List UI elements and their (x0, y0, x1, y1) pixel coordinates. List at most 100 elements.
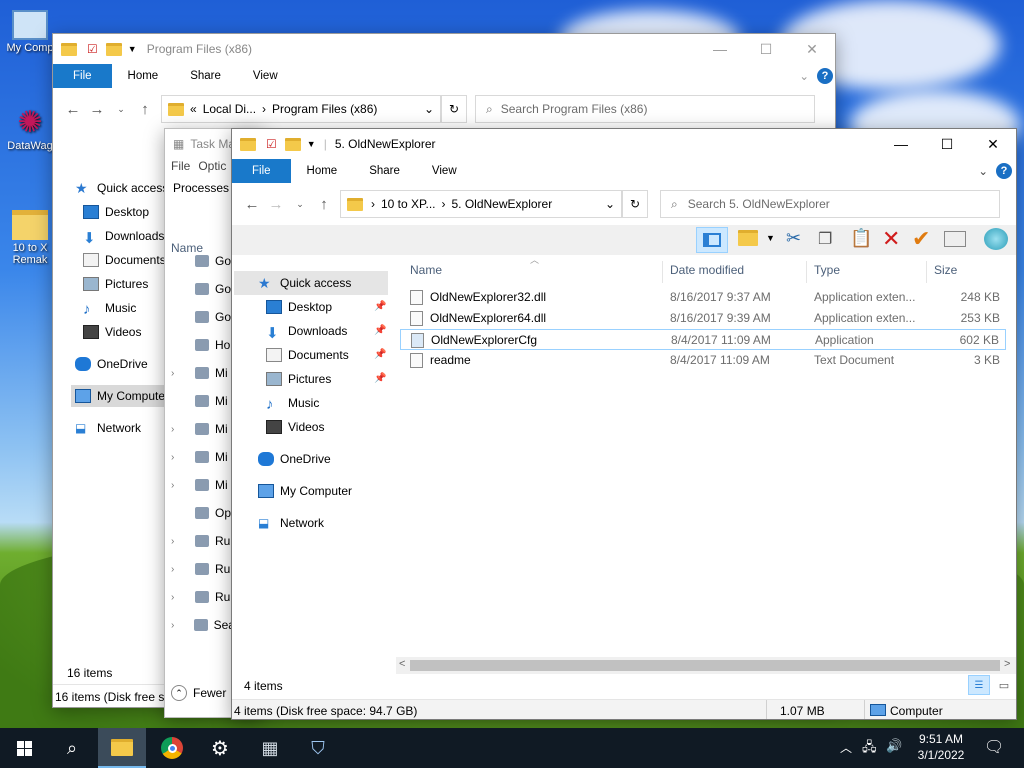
column-divider[interactable] (926, 261, 927, 283)
process-row[interactable]: Ho (165, 331, 235, 359)
help-icon[interactable]: ? (817, 68, 833, 84)
properties-icon[interactable]: ☑ (266, 137, 277, 151)
expand-icon[interactable]: › (171, 368, 185, 379)
column-divider[interactable] (662, 261, 663, 283)
scroll-right-arrow-icon[interactable]: > (1004, 658, 1010, 670)
address-segment[interactable]: Program Files (x86) (272, 102, 377, 116)
large-icons-view-button[interactable]: ▭ (994, 675, 1014, 695)
scroll-left-arrow-icon[interactable]: < (399, 658, 405, 670)
nav-desktop[interactable]: Desktop (266, 296, 332, 318)
start-button[interactable] (0, 728, 48, 768)
recent-locations-icon[interactable]: ⌄ (288, 199, 312, 210)
horizontal-scrollbar[interactable]: < > (396, 657, 1016, 674)
desktop-icon-folder[interactable]: 10 to X Remak (0, 210, 60, 266)
new-folder-icon[interactable] (105, 42, 122, 56)
minimize-button[interactable]: — (878, 129, 924, 159)
process-row[interactable]: › Sea (165, 611, 235, 639)
menu-file[interactable]: File (171, 159, 190, 173)
process-row[interactable]: Mi (165, 387, 235, 415)
expand-ribbon-icon[interactable]: ⌄ (978, 159, 988, 183)
back-arrow-icon[interactable]: ← (240, 196, 264, 213)
nav-videos[interactable]: Videos (83, 321, 141, 343)
chevron-down-icon[interactable]: ▼ (128, 44, 137, 54)
nav-desktop[interactable]: Desktop (83, 201, 149, 223)
file-row[interactable]: readme 8/4/2017 11:09 AM Text Document 3 KB (400, 350, 1006, 371)
column-date-modified[interactable]: Date modified (670, 263, 744, 277)
organize-button[interactable] (738, 230, 760, 248)
minimize-button[interactable]: — (697, 34, 743, 64)
chevron-down-icon[interactable]: ⌄ (424, 102, 434, 116)
chevron-down-icon[interactable]: ⌄ (605, 197, 615, 211)
process-row[interactable]: Go (165, 303, 235, 331)
expand-icon[interactable]: › (171, 424, 185, 435)
checkmark-icon[interactable]: ✔ (912, 226, 930, 252)
chevron-down-icon[interactable]: ▼ (766, 233, 775, 243)
delete-icon[interactable]: ✕ (882, 226, 900, 252)
tab-view[interactable]: View (416, 159, 473, 183)
back-arrow-icon[interactable]: ← (61, 101, 85, 118)
file-row[interactable]: OldNewExplorerCfg 8/4/2017 11:09 AM Applic… (400, 329, 1006, 350)
process-row[interactable]: › Mi (165, 443, 235, 471)
pin-icon[interactable]: 📌 (374, 349, 386, 360)
process-row[interactable]: › Mi (165, 415, 235, 443)
nav-documents[interactable]: Documents (83, 249, 166, 271)
process-row[interactable]: Op (165, 499, 235, 527)
tab-view[interactable]: View (237, 64, 294, 88)
nav-my-computer[interactable]: My Compute (71, 385, 171, 407)
address-bar[interactable]: « Local Di... › Program Files (x86) ⌄ (161, 95, 441, 123)
address-segment[interactable]: Local Di... (203, 102, 256, 116)
file-row[interactable]: OldNewExplorer32.dll 8/16/2017 9:37 AM App… (400, 287, 1006, 308)
tab-share[interactable]: Share (353, 159, 416, 183)
forward-arrow-icon[interactable]: → (264, 196, 288, 213)
process-row[interactable]: › Ru (165, 583, 235, 611)
help-icon[interactable]: ? (996, 163, 1012, 179)
column-size[interactable]: Size (934, 263, 957, 277)
pin-icon[interactable]: 📌 (374, 325, 386, 336)
search-button[interactable]: ⌕ (48, 728, 96, 768)
volume-icon[interactable]: 🔊 (886, 738, 902, 754)
paste-icon[interactable]: 📋 (850, 228, 872, 249)
details-view-button[interactable]: ☰ (968, 675, 990, 695)
expand-icon[interactable]: › (171, 480, 185, 491)
nav-downloads[interactable]: ⬇ Downloads (266, 320, 347, 342)
search-input[interactable]: ⌕ Search 5. OldNewExplorer (660, 190, 1000, 218)
expand-icon[interactable]: › (171, 536, 185, 547)
nav-videos[interactable]: Videos (266, 416, 324, 438)
tab-file[interactable]: File (232, 159, 291, 183)
network-status-icon[interactable]: 🖧 (862, 738, 877, 760)
notifications-icon[interactable]: 🗨 (984, 737, 1004, 757)
process-row[interactable]: › Ru (165, 555, 235, 583)
nav-pictures[interactable]: Pictures (266, 368, 331, 390)
new-folder-icon[interactable] (284, 137, 301, 151)
expand-icon[interactable]: › (171, 620, 184, 631)
clock[interactable]: 9:51 AM 3/1/2022 (910, 731, 972, 763)
menu-options[interactable]: Optic (198, 159, 226, 173)
column-type[interactable]: Type (814, 263, 840, 277)
column-name[interactable]: Name (410, 263, 442, 277)
expand-ribbon-icon[interactable]: ⌄ (799, 64, 809, 88)
process-row[interactable]: Go (165, 275, 235, 303)
nav-music[interactable]: ♪ Music (266, 392, 319, 414)
chevron-up-icon[interactable]: ︿ (840, 739, 852, 756)
process-row[interactable]: › Mi (165, 471, 235, 499)
maximize-button[interactable]: ☐ (743, 34, 789, 64)
taskbar-task-manager[interactable]: ▦ (246, 728, 294, 768)
refresh-button[interactable]: ↻ (441, 95, 467, 123)
maximize-button[interactable]: ☐ (924, 129, 970, 159)
process-row[interactable]: › Ru (165, 527, 235, 555)
nav-network[interactable]: ⬓ Network (75, 417, 141, 439)
nav-quick-access[interactable]: ★ Quick access (75, 177, 168, 199)
chevron-down-icon[interactable]: ▼ (307, 139, 316, 149)
address-segment[interactable]: 10 to XP... (381, 197, 436, 211)
nav-network[interactable]: ⬓ Network (258, 512, 324, 534)
nav-downloads[interactable]: ⬇ Downloads (83, 225, 164, 247)
file-row[interactable]: OldNewExplorer64.dll 8/16/2017 9:39 AM App… (400, 308, 1006, 329)
properties-window-icon[interactable] (944, 231, 966, 247)
pin-icon[interactable]: 📌 (374, 373, 386, 384)
properties-icon[interactable]: ☑ (87, 42, 98, 56)
process-row[interactable]: › Mi (165, 359, 235, 387)
up-arrow-icon[interactable]: ↑ (133, 101, 157, 118)
desktop-icon-datawag[interactable]: ✺ DataWag (0, 108, 60, 153)
taskbar-file-explorer[interactable] (98, 728, 146, 768)
nav-pictures[interactable]: Pictures (83, 273, 148, 295)
